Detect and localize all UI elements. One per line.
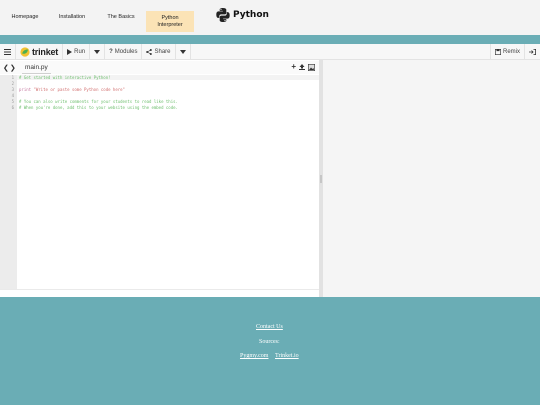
line-number: 6 bbox=[11, 105, 14, 110]
file-nav-arrows: ❮❯ bbox=[0, 64, 22, 72]
source-link-trinket[interactable]: Trinket.io bbox=[275, 353, 299, 359]
nav-the-basics[interactable]: The Basics bbox=[99, 0, 143, 35]
chevron-left-icon[interactable]: ❮ bbox=[3, 65, 10, 72]
share-icon bbox=[146, 48, 153, 55]
line-number: 2 bbox=[11, 81, 14, 86]
source-link-pygmy[interactable]: Pygmy.com bbox=[240, 353, 268, 359]
logo-text: Python bbox=[233, 10, 269, 20]
modules-button[interactable]: ? Modules bbox=[105, 43, 143, 60]
toolbar-right: Remix bbox=[489, 43, 540, 60]
file-tab-main[interactable]: main.py bbox=[22, 61, 51, 74]
login-button[interactable] bbox=[524, 43, 540, 60]
line-number: 1 bbox=[11, 75, 14, 80]
drag-handle[interactable] bbox=[320, 175, 322, 183]
file-actions: + bbox=[291, 63, 319, 71]
line-number: 5 bbox=[11, 99, 14, 104]
python-snake-icon bbox=[216, 8, 230, 22]
file-bar: ❮❯ main.py + bbox=[0, 61, 319, 74]
save-icon bbox=[494, 48, 501, 55]
python-logo[interactable]: Python bbox=[215, 7, 269, 23]
nav-homepage[interactable]: Homepage bbox=[4, 0, 46, 35]
question-icon: ? bbox=[109, 48, 113, 55]
trinket-logo[interactable]: trinket bbox=[16, 43, 64, 60]
nav-installation[interactable]: Installation bbox=[50, 0, 94, 35]
line-number: 4 bbox=[11, 93, 14, 98]
remix-label: Remix bbox=[502, 48, 520, 55]
trinket-brand: trinket bbox=[32, 46, 59, 57]
code-line: print "Write or paste some Python code h… bbox=[19, 87, 125, 92]
sources-label: Sources: bbox=[259, 339, 280, 345]
nav-python-interpreter[interactable]: Python Interpreter bbox=[146, 11, 194, 32]
run-options-dropdown[interactable] bbox=[90, 43, 106, 60]
contact-us-link[interactable]: Contact Us bbox=[256, 324, 283, 330]
run-label: Run bbox=[74, 48, 86, 55]
code-keyword: print bbox=[19, 87, 32, 92]
code-editor[interactable]: 1 2 3 4 5 6 # Get started with interacti… bbox=[0, 75, 319, 289]
code-line: # When you're done, add this to your web… bbox=[19, 105, 178, 110]
hamburger-icon bbox=[4, 48, 11, 55]
image-icon[interactable] bbox=[308, 64, 315, 71]
sign-in-icon bbox=[529, 48, 536, 55]
line-number: 3 bbox=[11, 87, 14, 92]
menu-button[interactable] bbox=[0, 43, 16, 60]
play-icon bbox=[67, 48, 73, 55]
remix-button[interactable]: Remix bbox=[489, 43, 524, 60]
chevron-right-icon[interactable]: ❯ bbox=[10, 65, 17, 72]
line-number-gutter: 1 2 3 4 5 6 bbox=[0, 75, 17, 289]
share-options-dropdown[interactable] bbox=[176, 43, 191, 60]
trinket-leaf-icon bbox=[20, 46, 30, 57]
run-button[interactable]: Run bbox=[63, 43, 91, 60]
share-button[interactable]: Share bbox=[142, 43, 176, 60]
code-string: "Write or paste some Python code here" bbox=[31, 87, 125, 92]
upload-icon[interactable] bbox=[299, 64, 305, 70]
output-pane[interactable] bbox=[323, 60, 540, 297]
code-line: # Get started with interactive Python! bbox=[19, 75, 111, 80]
site-nav: Homepage Installation The Basics Python … bbox=[0, 0, 540, 35]
editor-footer bbox=[0, 289, 319, 297]
caret-down-icon bbox=[94, 49, 101, 54]
code-line: # You can also write comments for your s… bbox=[19, 99, 178, 104]
trinket-embed: trinket Run ? Modules Share Remix ❮❯ mai… bbox=[0, 43, 540, 297]
share-label: Share bbox=[154, 48, 171, 55]
trinket-toolbar: trinket Run ? Modules Share Remix bbox=[0, 43, 540, 60]
add-file-icon[interactable]: + bbox=[291, 63, 296, 71]
caret-down-icon bbox=[179, 49, 186, 54]
modules-label: Modules bbox=[114, 48, 138, 55]
